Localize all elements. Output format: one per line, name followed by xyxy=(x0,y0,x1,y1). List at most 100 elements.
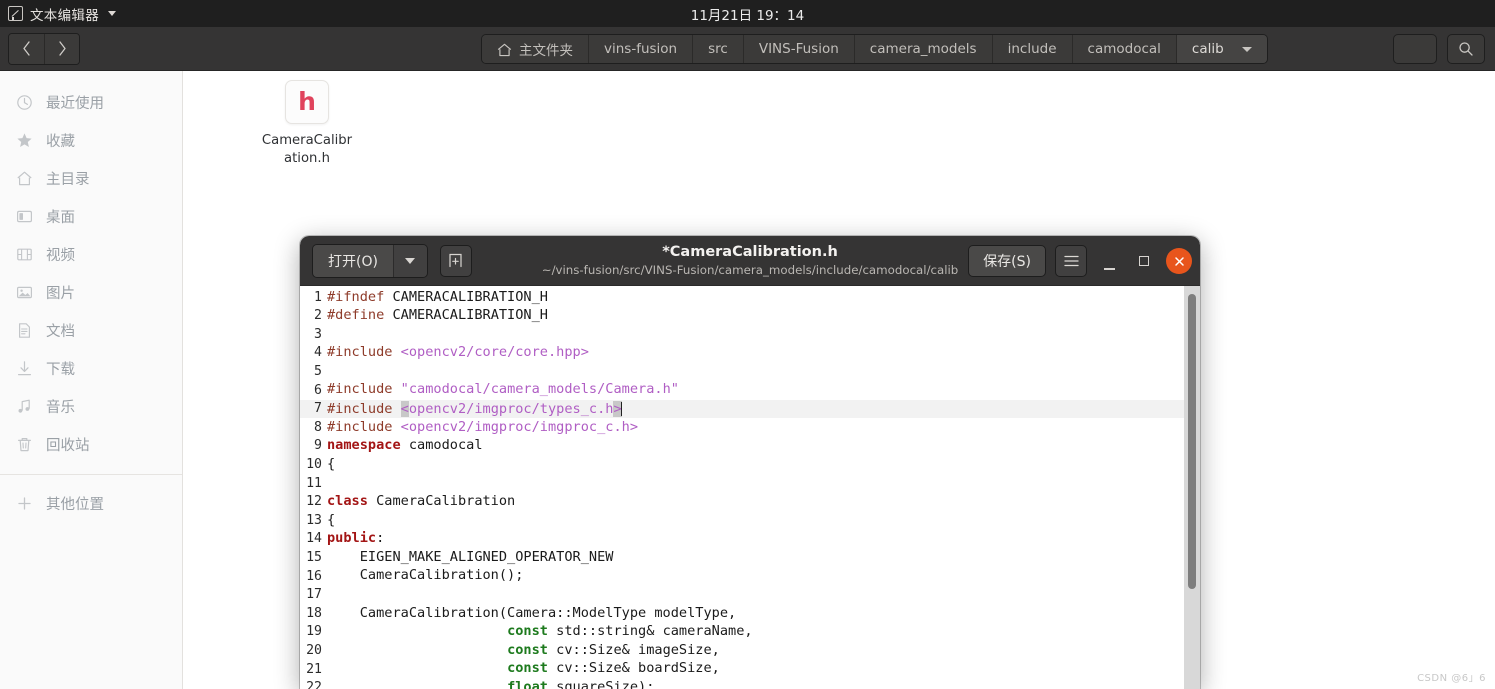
save-button[interactable]: 保存(S) xyxy=(968,245,1046,277)
code-line[interactable]: 14 public: xyxy=(300,530,1200,549)
file-item[interactable]: h CameraCalibration.h xyxy=(253,80,361,168)
breadcrumb-item-src[interactable]: src xyxy=(692,35,743,63)
breadcrumb-item-VINS-Fusion[interactable]: VINS-Fusion xyxy=(742,35,854,63)
code-token: CameraCalibration(Camera::ModelType mode… xyxy=(327,604,737,621)
sidebar-item-桌面[interactable]: 桌面 xyxy=(0,197,182,235)
code-token: squareSize); xyxy=(556,678,655,689)
sidebar-item-最近使用[interactable]: 最近使用 xyxy=(0,83,182,121)
code-line[interactable]: 16 CameraCalibration(); xyxy=(300,567,1200,586)
line-number: 5 xyxy=(314,364,322,380)
hamburger-menu-button[interactable] xyxy=(1055,245,1087,277)
code-line[interactable]: 3 xyxy=(300,325,1200,344)
image-icon xyxy=(15,283,33,301)
line-number: 1 xyxy=(314,289,322,305)
open-dropdown-button[interactable] xyxy=(392,244,427,277)
code-line[interactable]: 15 EIGEN_MAKE_ALIGNED_OPERATOR_NEW xyxy=(300,548,1200,567)
sidebar-item-音乐[interactable]: 音乐 xyxy=(0,387,182,425)
line-number: 9 xyxy=(314,438,322,454)
code-line[interactable]: 10 { xyxy=(300,455,1200,474)
code-line[interactable]: 12 class CameraCalibration xyxy=(300,493,1200,512)
code-lines: 1 #ifndef CAMERACALIBRATION_H 2 #define CAM… xyxy=(300,288,1200,689)
sidebar-item-文档[interactable]: 文档 xyxy=(0,311,182,349)
code-token: CameraCalibration xyxy=(376,493,516,510)
line-number: 7 xyxy=(314,401,322,417)
sidebar: 最近使用 收藏 主目录桌面视频图片 文档 下载 音乐 回收站其他位置 xyxy=(0,71,183,689)
code-line[interactable]: 19 const std::string& cameraName, xyxy=(300,623,1200,642)
close-button[interactable] xyxy=(1166,248,1192,274)
code-line[interactable]: 6 #include "camodocal/camera_models/Camer… xyxy=(300,381,1200,400)
code-line[interactable]: 13 { xyxy=(300,511,1200,530)
chevron-down-icon xyxy=(108,11,116,16)
line-number: 22 xyxy=(306,680,322,689)
code-line[interactable]: 17 xyxy=(300,586,1200,605)
chevron-down-icon[interactable] xyxy=(1241,46,1252,52)
file-name-label: CameraCalibration.h xyxy=(261,133,353,166)
breadcrumb-item-camodocal[interactable]: camodocal xyxy=(1071,35,1176,63)
topbar-app-menu[interactable]: 文本编辑器 xyxy=(0,4,116,24)
minimize-button[interactable] xyxy=(1096,248,1122,274)
code-line[interactable]: 5 xyxy=(300,362,1200,381)
code-line-text: #ifndef CAMERACALIBRATION_H xyxy=(327,290,548,305)
breadcrumb-item-calib[interactable]: calib xyxy=(1175,35,1267,63)
code-line[interactable]: 11 xyxy=(300,474,1200,493)
code-line[interactable]: 8 #include <opencv2/imgproc/imgproc_c.h> xyxy=(300,418,1200,437)
code-line-text: const cv::Size& boardSize, xyxy=(327,662,720,676)
view-options-button[interactable] xyxy=(1393,34,1437,64)
scrollbar-thumb[interactable] xyxy=(1188,294,1196,589)
code-line-text: float squareSize); xyxy=(327,678,655,689)
sidebar-item-label: 视频 xyxy=(46,247,75,264)
line-number: 13 xyxy=(306,512,322,528)
sidebar-item-图片[interactable]: 图片 xyxy=(0,273,182,311)
code-line[interactable]: 4 #include <opencv2/core/core.hpp> xyxy=(300,344,1200,363)
sidebar-item-下载[interactable]: 下载 xyxy=(0,349,182,387)
maximize-button[interactable] xyxy=(1131,248,1157,274)
code-line[interactable]: 20 const cv::Size& imageSize, xyxy=(300,641,1200,660)
download-icon xyxy=(15,359,33,377)
new-tab-button[interactable] xyxy=(439,244,472,277)
film-icon xyxy=(15,245,33,263)
close-icon xyxy=(1174,256,1184,266)
sidebar-item-label: 桌面 xyxy=(46,209,75,226)
breadcrumb-item-camera_models[interactable]: camera_models xyxy=(853,35,992,63)
code-editor-area[interactable]: 1 #ifndef CAMERACALIBRATION_H 2 #define CAM… xyxy=(300,286,1200,689)
line-number: 3 xyxy=(314,326,322,342)
editor-vertical-scrollbar[interactable] xyxy=(1184,286,1200,689)
sidebar-item-收藏[interactable]: 收藏 xyxy=(0,121,182,159)
code-line[interactable]: 7 #include <opencv2/imgproc/types_c.h> xyxy=(300,399,1200,419)
system-clock[interactable]: 11月21日 19：14 xyxy=(0,0,1495,27)
sidebar-item-主目录[interactable]: 主目录 xyxy=(0,159,182,197)
code-token: "camodocal/camera_models/Camera.h" xyxy=(400,381,679,398)
code-line[interactable]: 1 #ifndef CAMERACALIBRATION_H xyxy=(300,288,1200,307)
code-line[interactable]: 2 #define CAMERACALIBRATION_H xyxy=(300,307,1200,326)
breadcrumb-item-主文件夹[interactable]: 主文件夹 xyxy=(482,35,588,63)
forward-button[interactable] xyxy=(44,33,79,64)
back-button[interactable] xyxy=(9,33,44,64)
editor-subtitle-path: ~/vins-fusion/src/VINS-Fusion/camera_mod… xyxy=(541,263,959,278)
code-line[interactable]: 21 const cv::Size& boardSize, xyxy=(300,660,1200,679)
code-token: : xyxy=(376,530,385,547)
chevron-down-icon xyxy=(405,257,416,264)
code-line-text: class CameraCalibration xyxy=(327,493,516,510)
editor-titlebar-actions: 保存(S) xyxy=(968,236,1192,286)
breadcrumb-item-vins-fusion[interactable]: vins-fusion xyxy=(588,35,693,63)
breadcrumb-item-include[interactable]: include xyxy=(991,35,1072,63)
code-line[interactable]: 9 namespace camodocal xyxy=(300,437,1200,456)
watermark: CSDN @6」6 xyxy=(1417,673,1486,684)
line-number: 4 xyxy=(314,345,322,361)
sidebar-item-other-locations[interactable]: 其他位置 xyxy=(0,484,182,522)
header-actions xyxy=(1393,34,1485,64)
search-button[interactable] xyxy=(1447,34,1485,64)
system-topbar: 文本编辑器 11月21日 19：14 xyxy=(0,0,1495,27)
sidebar-item-回收站[interactable]: 回收站 xyxy=(0,425,182,463)
hamburger-icon xyxy=(1063,255,1079,267)
code-token: #include xyxy=(327,400,401,417)
code-line[interactable]: 22 float squareSize); xyxy=(300,678,1200,689)
breadcrumb: 主文件夹 vins-fusion src VINS-Fusion camera_mode… xyxy=(481,34,1268,64)
sidebar-item-视频[interactable]: 视频 xyxy=(0,235,182,273)
code-line[interactable]: 18 CameraCalibration(Camera::ModelType m… xyxy=(300,604,1200,623)
open-button[interactable]: 打开(O) xyxy=(313,244,393,277)
code-token: opencv2/imgproc/types_c.h xyxy=(408,400,614,417)
code-token: std::string& cameraName, xyxy=(556,623,753,640)
